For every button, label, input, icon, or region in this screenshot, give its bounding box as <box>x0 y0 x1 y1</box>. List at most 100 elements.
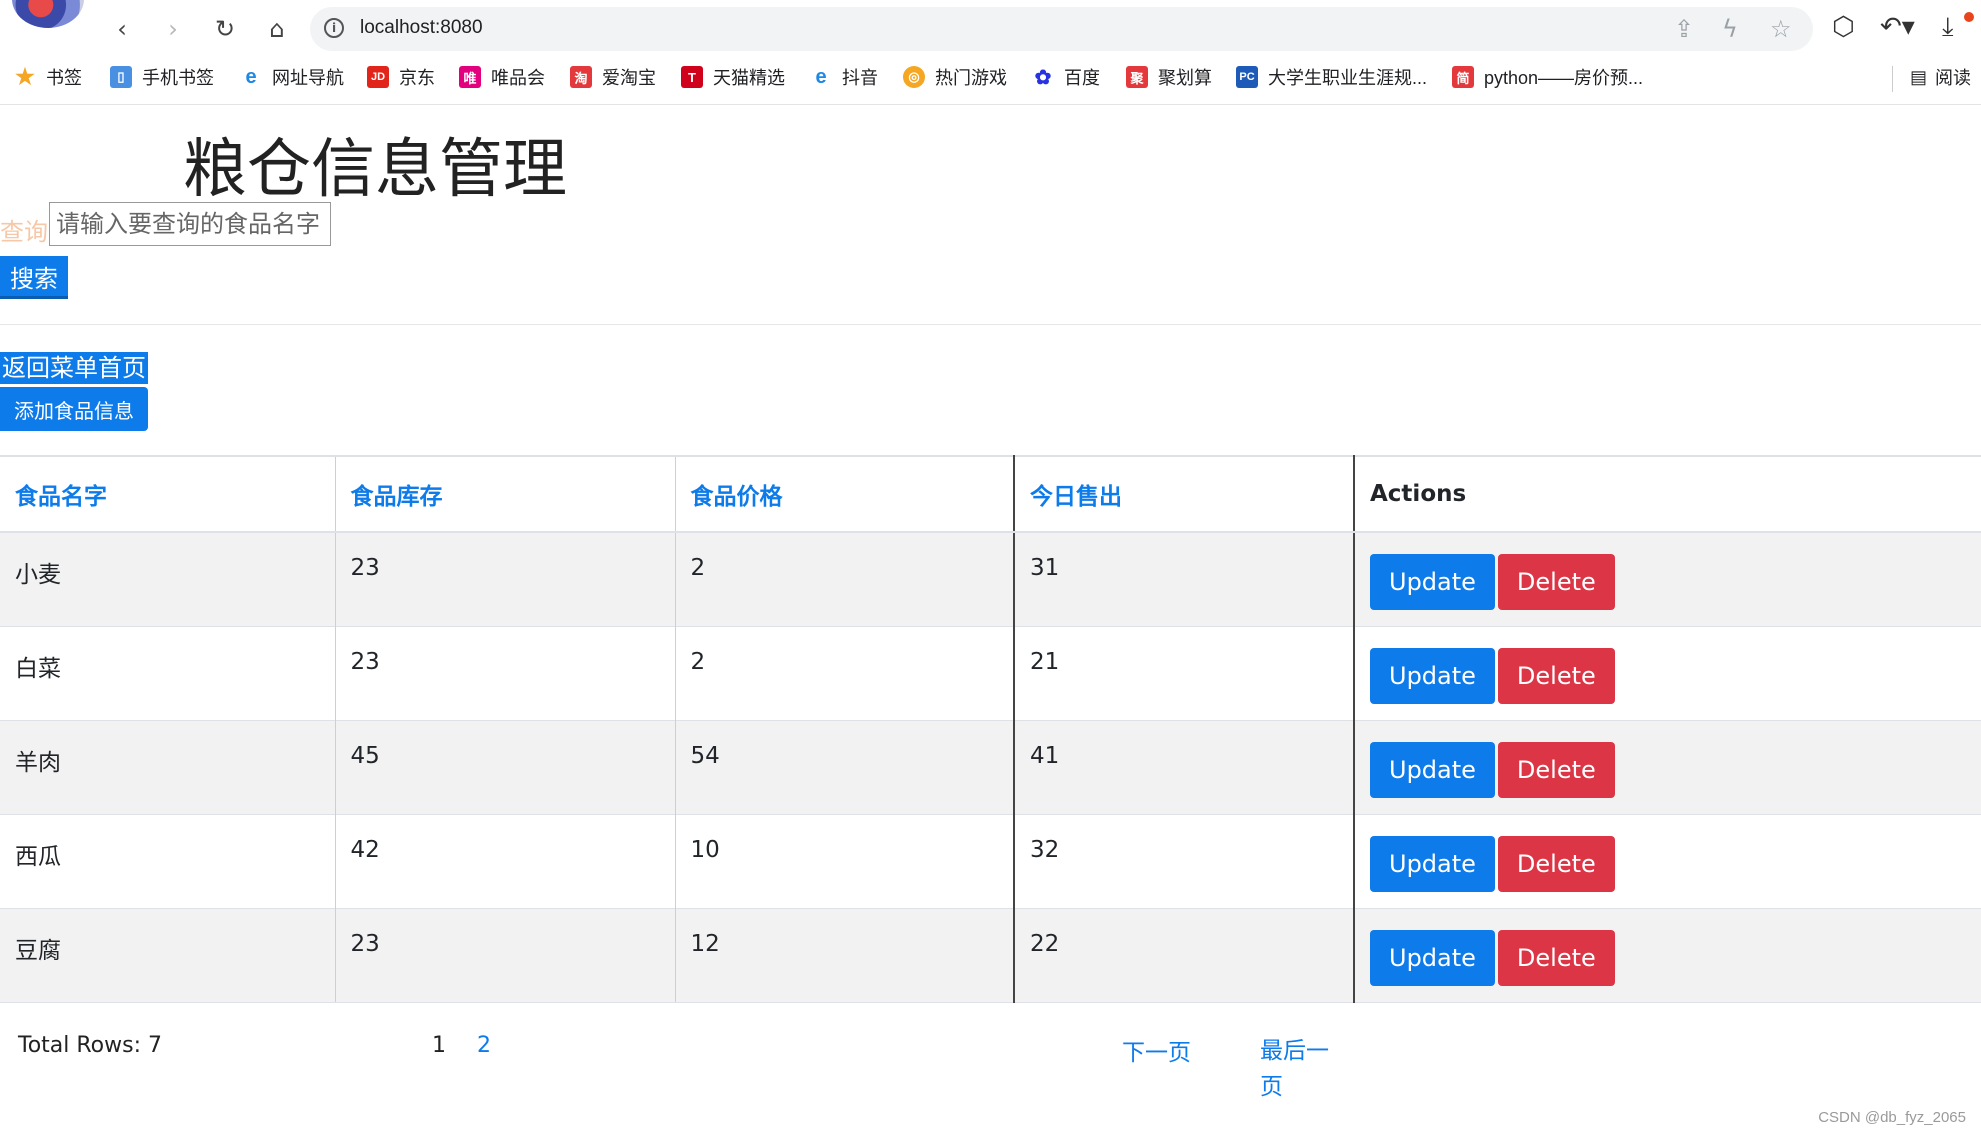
update-button[interactable]: Update <box>1370 741 1495 798</box>
bookmarks-bar: ★ 书签 ▯ 手机书签 e 网址导航 JD 京东 唯 唯品会 淘 爱淘宝 T 天… <box>0 60 1981 96</box>
cell-actions: Update Delete <box>1354 625 1981 720</box>
bookmark-label: 天猫精选 <box>713 68 785 88</box>
update-button[interactable]: Update <box>1370 929 1495 986</box>
bookmark-label: 京东 <box>399 68 435 88</box>
cell-actions: Update Delete <box>1354 719 1981 814</box>
bookmark-item[interactable]: ◎ 热门游戏 <box>903 64 1007 90</box>
delete-button[interactable]: Delete <box>1497 554 1615 610</box>
cell-stock: 42 <box>335 813 676 908</box>
add-food-button[interactable]: 添加食品信息 <box>0 387 148 431</box>
vip-icon: 唯 <box>459 66 481 88</box>
undo-icon[interactable]: ↶▾ <box>1880 12 1915 42</box>
update-button[interactable]: Update <box>1370 647 1495 704</box>
bookmark-item[interactable]: ★ 书签 <box>14 64 82 90</box>
cell-stock: 23 <box>335 531 676 626</box>
phone-icon: ▯ <box>110 66 132 88</box>
reload-icon[interactable]: ↻ <box>210 14 240 44</box>
tmall-icon: T <box>681 66 703 88</box>
column-header-stock[interactable]: 食品库存 <box>335 455 676 533</box>
cell-stock: 45 <box>335 719 676 814</box>
home-icon[interactable]: ⌂ <box>262 14 292 44</box>
ie-icon: e <box>815 65 827 88</box>
bookmark-label: 抖音 <box>842 68 878 88</box>
column-header-price[interactable]: 食品价格 <box>675 455 1015 533</box>
bookmark-label: 大学生职业生涯规... <box>1268 68 1428 88</box>
cell-food-name: 羊肉 <box>0 719 336 814</box>
delete-button[interactable]: Delete <box>1497 741 1615 798</box>
reading-list-icon: ▤ <box>1910 66 1928 87</box>
cell-stock: 23 <box>335 625 676 720</box>
table-row: 豆腐 23 12 22 Update Delete <box>0 907 1981 1003</box>
bookmark-label: 书签 <box>46 68 82 88</box>
bookmark-label: python——房价预... <box>1484 68 1644 88</box>
bookmark-item[interactable]: e 网址导航 <box>240 64 344 90</box>
cell-food-name: 豆腐 <box>0 907 336 1003</box>
table-row: 小麦 23 2 31 Update Delete <box>0 531 1981 626</box>
total-rows: Total Rows: 7 <box>18 1033 162 1058</box>
search-button[interactable]: 搜索 <box>0 256 68 299</box>
bookmark-item[interactable]: 唯 唯品会 <box>459 64 545 90</box>
jian-icon: 简 <box>1452 66 1474 88</box>
delete-button[interactable]: Delete <box>1497 929 1615 986</box>
download-icon[interactable]: ⤓ <box>1942 12 1954 43</box>
reading-list-label: 阅读 <box>1935 68 1972 88</box>
share-icon[interactable]: ⇪ <box>1674 15 1694 43</box>
bookmark-item[interactable]: JD 京东 <box>367 64 435 90</box>
divider <box>0 324 1981 325</box>
cell-price: 10 <box>675 813 1015 908</box>
delete-button[interactable]: Delete <box>1497 835 1615 892</box>
next-page-link[interactable]: 下一页 <box>1122 1033 1191 1067</box>
taobao-icon: 淘 <box>570 66 592 88</box>
url-text[interactable]: localhost:8080 <box>360 17 483 39</box>
table-row: 西瓜 42 10 32 Update Delete <box>0 813 1981 908</box>
delete-button[interactable]: Delete <box>1497 647 1615 704</box>
bookmark-item[interactable]: 聚 聚划算 <box>1126 64 1212 90</box>
profile-avatar[interactable] <box>12 0 84 28</box>
column-header-name[interactable]: 食品名字 <box>0 455 336 533</box>
bookmark-label: 百度 <box>1064 68 1100 88</box>
address-bar[interactable]: i localhost:8080 ⇪ ϟ ☆ <box>310 7 1813 51</box>
cell-actions: Update Delete <box>1354 813 1981 908</box>
cell-sold-today: 32 <box>1014 813 1355 908</box>
last-page-link[interactable]: 最后一页 <box>1260 1033 1340 1105</box>
bookmark-label: 唯品会 <box>491 68 545 88</box>
column-header-sold[interactable]: 今日售出 <box>1014 455 1355 533</box>
bookmark-item[interactable]: PC 大学生职业生涯规... <box>1236 64 1427 90</box>
notification-dot <box>1964 12 1974 22</box>
update-button[interactable]: Update <box>1370 835 1495 892</box>
cell-actions: Update Delete <box>1354 907 1981 1003</box>
back-to-menu-link[interactable]: 返回菜单首页 <box>0 352 148 384</box>
extensions-icon[interactable]: ⬡ <box>1832 12 1855 42</box>
food-table: 食品名字 食品库存 食品价格 今日售出 Actions 小麦 23 2 31 U… <box>0 455 1981 1003</box>
bookmark-item[interactable]: 简 python——房价预... <box>1452 64 1643 90</box>
back-arrow-icon[interactable]: ‹ <box>107 14 137 44</box>
site-info-icon[interactable]: i <box>324 18 344 38</box>
table-row: 白菜 23 2 21 Update Delete <box>0 625 1981 720</box>
bookmark-item[interactable]: T 天猫精选 <box>681 64 785 90</box>
cell-actions: Update Delete <box>1354 531 1981 626</box>
cell-food-name: 白菜 <box>0 625 336 720</box>
star-icon: ★ <box>15 64 35 89</box>
table-header-row: 食品名字 食品库存 食品价格 今日售出 Actions <box>0 455 1981 533</box>
cell-food-name: 西瓜 <box>0 813 336 908</box>
csdn-watermark: CSDN @db_fyz_2065 <box>1818 1109 1966 1126</box>
cell-food-name: 小麦 <box>0 531 336 626</box>
search-input[interactable] <box>49 202 331 246</box>
bookmark-star-icon[interactable]: ☆ <box>1770 15 1792 43</box>
reading-list-button[interactable]: ▤ 阅读 <box>1910 64 1971 90</box>
bookmark-item[interactable]: e 抖音 <box>810 64 878 90</box>
bookmark-item[interactable]: 淘 爱淘宝 <box>570 64 656 90</box>
cell-price: 2 <box>675 625 1015 720</box>
lightning-icon[interactable]: ϟ <box>1722 15 1738 43</box>
bookmark-item[interactable]: ✿ 百度 <box>1032 64 1100 90</box>
cell-sold-today: 41 <box>1014 719 1355 814</box>
ie-icon: e <box>245 65 257 88</box>
forward-arrow-icon[interactable]: › <box>158 14 188 44</box>
cell-price: 12 <box>675 907 1015 1003</box>
page-2-link[interactable]: 2 <box>477 1033 491 1058</box>
update-button[interactable]: Update <box>1370 554 1495 610</box>
page-title: 粮仓信息管理 <box>183 133 567 207</box>
pc-icon: PC <box>1236 66 1258 88</box>
bookmark-label: 爱淘宝 <box>602 68 656 88</box>
bookmark-item[interactable]: ▯ 手机书签 <box>110 64 214 90</box>
